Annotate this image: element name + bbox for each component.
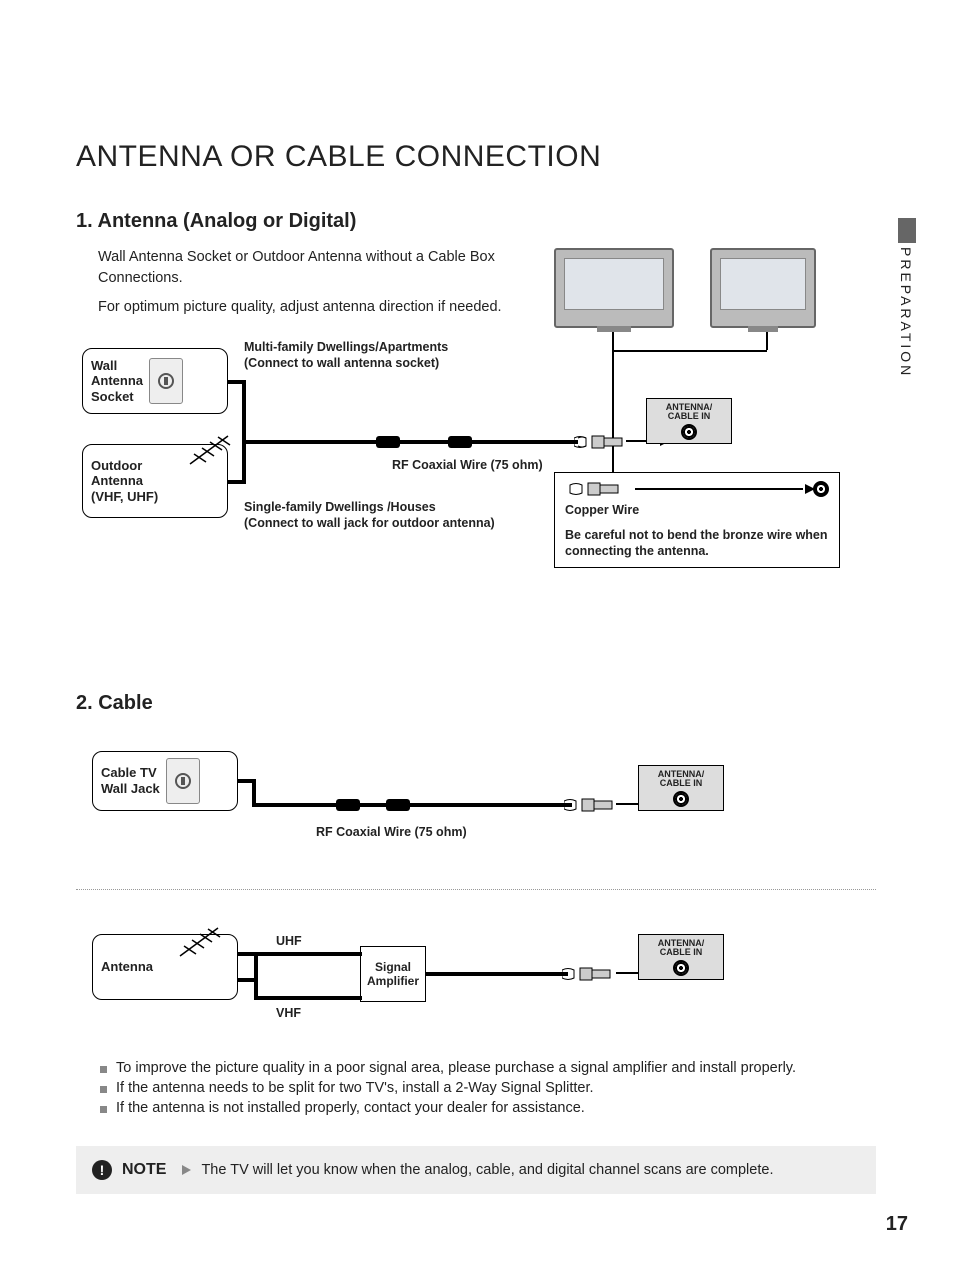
cable-jack-label: Cable TV Wall Jack bbox=[101, 765, 160, 796]
tv-illustration-right-icon bbox=[710, 248, 816, 328]
section1-heading: 1. Antenna (Analog or Digital) bbox=[76, 210, 876, 233]
section1-intro1: Wall Antenna Socket or Outdoor Antenna w… bbox=[98, 247, 558, 289]
amplifier-label: Signal Amplifier bbox=[367, 960, 419, 989]
outdoor-antenna-label: Outdoor Antenna (VHF, UHF) bbox=[91, 458, 158, 505]
uhf-label: UHF bbox=[276, 934, 302, 950]
coax-port-icon bbox=[813, 481, 829, 497]
cable-line bbox=[252, 779, 256, 805]
amplifier-box: Signal Amplifier bbox=[360, 946, 426, 1002]
diagram-amplifier: Antenna UHF VHF Signal Amplifier bbox=[76, 920, 876, 1050]
multi-label: Multi-family Dwellings/Apartments (Conne… bbox=[244, 340, 448, 371]
cable-line bbox=[242, 380, 246, 442]
antenna-port-box-2: ANTENNA/ CABLE IN bbox=[638, 765, 724, 811]
bullet-list: To improve the picture quality in a poor… bbox=[100, 1060, 876, 1116]
page-title: ANTENNA OR CABLE CONNECTION bbox=[76, 140, 876, 174]
cable-line bbox=[242, 440, 578, 444]
cable-line bbox=[242, 440, 246, 484]
bullet-item: To improve the picture quality in a poor… bbox=[100, 1060, 876, 1076]
rf-label: RF Coaxial Wire (75 ohm) bbox=[392, 458, 543, 474]
side-tab-label: PREPARATION bbox=[898, 247, 914, 378]
ferrite-icon bbox=[376, 436, 400, 448]
cable-jack-icon bbox=[166, 758, 200, 804]
page-content: ANTENNA OR CABLE CONNECTION 1. Antenna (… bbox=[76, 140, 876, 1194]
antenna-port-box: ANTENNA/ CABLE IN bbox=[646, 398, 732, 444]
note-arrow-icon bbox=[182, 1165, 191, 1175]
vhf-label: VHF bbox=[276, 1006, 301, 1022]
antenna-icon bbox=[170, 920, 234, 960]
antenna-box-label: Antenna bbox=[101, 959, 153, 975]
tv-illustration-left-icon bbox=[554, 248, 674, 328]
coax-port-icon bbox=[673, 791, 689, 807]
cable-line bbox=[426, 972, 568, 976]
wall-socket-box: Wall Antenna Socket bbox=[82, 348, 228, 414]
rf-label-2: RF Coaxial Wire (75 ohm) bbox=[316, 825, 467, 841]
dotted-divider bbox=[76, 889, 876, 890]
wall-socket-label: Wall Antenna Socket bbox=[91, 358, 143, 405]
wall-socket-icon bbox=[149, 358, 183, 404]
bullet-item: If the antenna needs to be split for two… bbox=[100, 1080, 876, 1096]
wire-line bbox=[612, 350, 767, 352]
wire-line bbox=[612, 332, 614, 488]
port-label-3: ANTENNA/ CABLE IN bbox=[658, 939, 705, 957]
outdoor-antenna-icon bbox=[180, 428, 244, 468]
copper-warn: Be careful not to bend the bronze wire w… bbox=[565, 527, 829, 560]
port-label: ANTENNA/ CABLE IN bbox=[666, 403, 713, 421]
cable-line bbox=[254, 952, 362, 956]
port-label-2: ANTENNA/ CABLE IN bbox=[658, 770, 705, 788]
note-bar: ! NOTE The TV will let you know when the… bbox=[76, 1146, 876, 1194]
note-label: NOTE bbox=[122, 1161, 166, 1179]
section1-intro2: For optimum picture quality, adjust ante… bbox=[98, 297, 558, 318]
cable-line bbox=[254, 996, 362, 1000]
cable-jack-box: Cable TV Wall Jack bbox=[92, 751, 238, 811]
rf-connector-icon bbox=[562, 967, 612, 981]
single-label: Single-family Dwellings /Houses (Connect… bbox=[244, 500, 495, 531]
section2: 2. Cable Cable TV Wall Jack RF Coaxial W… bbox=[76, 692, 876, 1194]
rf-connector-icon bbox=[564, 798, 614, 812]
coax-port-icon bbox=[673, 960, 689, 976]
note-icon: ! bbox=[92, 1160, 112, 1180]
ferrite-icon bbox=[336, 799, 360, 811]
section2-heading: 2. Cable bbox=[76, 692, 876, 715]
coax-port-icon bbox=[681, 424, 697, 440]
antenna-port-box-3: ANTENNA/ CABLE IN bbox=[638, 934, 724, 980]
diagram-cable: Cable TV Wall Jack RF Coaxial Wire (75 o… bbox=[76, 729, 876, 869]
ferrite-icon bbox=[386, 799, 410, 811]
cable-line bbox=[252, 803, 572, 807]
cable-line bbox=[254, 952, 258, 1000]
diagram-antenna: Wall Antenna Socket Outdoor Antenna (VHF… bbox=[76, 332, 876, 682]
arrow-line bbox=[635, 488, 803, 490]
wire-line bbox=[766, 332, 768, 350]
side-tab-marker bbox=[898, 218, 916, 243]
copper-wire-label: Copper Wire bbox=[565, 503, 829, 519]
side-tab: PREPARATION bbox=[876, 218, 916, 378]
ferrite-icon bbox=[448, 436, 472, 448]
cable-line bbox=[238, 978, 258, 982]
page-number: 17 bbox=[886, 1213, 908, 1236]
copper-wire-callout: Copper Wire Be careful not to bend the b… bbox=[554, 472, 840, 568]
note-text: The TV will let you know when the analog… bbox=[201, 1162, 773, 1178]
bullet-item: If the antenna is not installed properly… bbox=[100, 1100, 876, 1116]
rf-connector-icon bbox=[574, 435, 624, 449]
rf-connector-icon bbox=[565, 482, 625, 496]
